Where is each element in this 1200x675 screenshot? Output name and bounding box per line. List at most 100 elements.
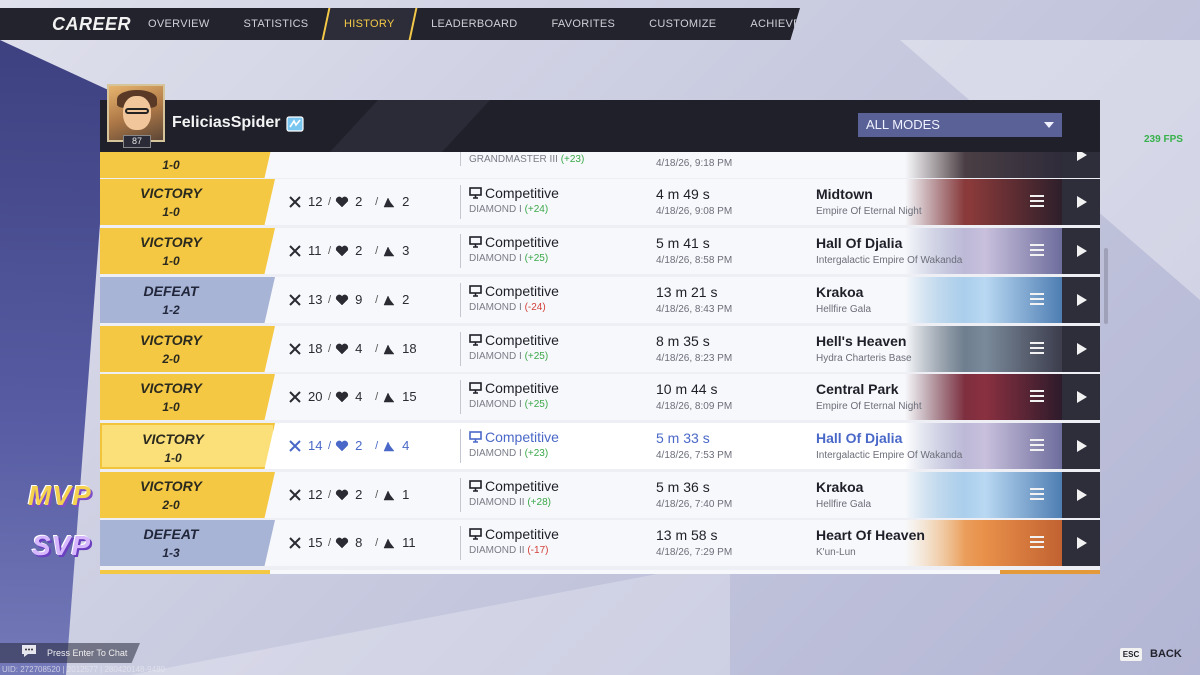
monitor-icon bbox=[469, 334, 482, 346]
menu-icon[interactable] bbox=[1030, 244, 1044, 256]
menu-icon[interactable] bbox=[1030, 293, 1044, 305]
match-row-partial[interactable]: 1-0 GRANDMASTER III (+23) 4/18/26, 9:18 … bbox=[100, 152, 1100, 178]
match-date: 4/18/26, 8:23 PM bbox=[656, 353, 733, 364]
match-row[interactable]: VICTORY 2-0 12/2/1 Competitive DIAMOND II (+… bbox=[100, 472, 1100, 518]
tab-leaderboard[interactable]: LEADERBOARD bbox=[414, 8, 534, 40]
tab-album[interactable]: ALBUM bbox=[858, 8, 931, 40]
menu-icon[interactable] bbox=[1030, 536, 1044, 548]
match-row[interactable]: VICTORY 1-0 12/2/2 Competitive DIAMOND I (+2… bbox=[100, 179, 1100, 225]
mode-info: Competitive DIAMOND II (+28) bbox=[460, 478, 559, 512]
match-result: VICTORY bbox=[140, 332, 202, 348]
career-nav: CAREER OVERVIEW STATISTICS HISTORY LEADE… bbox=[0, 8, 800, 40]
match-score: 1-0 bbox=[162, 254, 180, 268]
rank-delta: (+24) bbox=[524, 204, 549, 215]
match-date: 4/18/26, 8:09 PM bbox=[656, 401, 733, 412]
mode-info: Competitive DIAMOND I (+25) bbox=[460, 380, 559, 414]
match-result: DEFEAT bbox=[143, 526, 199, 542]
match-date: 4/18/26, 8:43 PM bbox=[656, 304, 733, 315]
fps-counter: 239 FPS bbox=[1144, 134, 1183, 145]
assists-value: 1 bbox=[402, 487, 410, 502]
replay-button[interactable] bbox=[1062, 277, 1100, 323]
replay-button[interactable] bbox=[1062, 472, 1100, 518]
match-result: VICTORY bbox=[142, 431, 204, 447]
kills-icon bbox=[289, 293, 301, 306]
map-region: Hellfire Gala bbox=[816, 499, 872, 510]
rank-delta: (+23) bbox=[524, 448, 549, 459]
mode-name: Competitive bbox=[485, 380, 559, 396]
replay-button[interactable] bbox=[1062, 228, 1100, 274]
tab-customize[interactable]: CUSTOMIZE bbox=[632, 8, 733, 40]
deaths-value: 4 bbox=[355, 341, 363, 356]
mvp-badge: MVP bbox=[28, 480, 92, 511]
replay-button[interactable] bbox=[1062, 520, 1100, 566]
rank-delta: (+25) bbox=[524, 253, 549, 264]
rank-label: DIAMOND I bbox=[469, 204, 522, 215]
mode-filter-value: ALL MODES bbox=[866, 117, 940, 132]
replay-button[interactable] bbox=[1062, 326, 1100, 372]
map-info: Hell's Heaven Hydra Charteris Base bbox=[816, 333, 912, 364]
replay-button[interactable] bbox=[1062, 374, 1100, 420]
match-row[interactable]: VICTORY 1-0 11/2/3 Competitive DIAMOND I (+2… bbox=[100, 228, 1100, 274]
monitor-icon bbox=[469, 431, 482, 443]
map-name: Heart Of Heaven bbox=[816, 527, 925, 543]
match-score: 1-3 bbox=[162, 546, 180, 560]
match-row[interactable]: DEFEAT 1-3 15/8/11 Competitive DIAMOND II (-… bbox=[100, 520, 1100, 566]
rank-label: DIAMOND I bbox=[469, 302, 522, 313]
match-row[interactable]: VICTORY 1-0 20/4/15 Competitive DIAMOND I (+… bbox=[100, 374, 1100, 420]
list-scrollbar[interactable] bbox=[1104, 248, 1108, 324]
rank-label: DIAMOND I bbox=[469, 448, 522, 459]
map-info: Krakoa Hellfire Gala bbox=[816, 284, 871, 315]
play-icon bbox=[1077, 245, 1087, 257]
result-banner: VICTORY 1-0 bbox=[100, 228, 275, 274]
monitor-icon bbox=[469, 236, 482, 248]
match-score: 1-0 bbox=[164, 451, 182, 465]
menu-icon[interactable] bbox=[1030, 439, 1044, 451]
back-button[interactable]: BACK bbox=[1150, 648, 1182, 660]
kda-stats: 20/4/15 bbox=[288, 389, 422, 404]
assists-icon bbox=[383, 440, 395, 451]
replay-button[interactable] bbox=[1062, 179, 1100, 225]
mode-name: Competitive bbox=[485, 429, 559, 445]
assists-icon bbox=[383, 294, 395, 305]
match-row[interactable]: DEFEAT 1-2 13/9/2 Competitive DIAMOND I (-24… bbox=[100, 277, 1100, 323]
menu-icon[interactable] bbox=[1030, 488, 1044, 500]
match-row[interactable]: VICTORY 2-0 18/4/18 Competitive DIAMOND I (+… bbox=[100, 326, 1100, 372]
tab-history[interactable]: HISTORY bbox=[322, 8, 418, 40]
chevron-down-icon bbox=[1044, 122, 1054, 128]
map-name: Midtown bbox=[816, 186, 873, 202]
deaths-icon bbox=[335, 196, 349, 207]
rank-delta: (-17) bbox=[527, 545, 549, 556]
tab-achievements[interactable]: ACHIEVEMENTS bbox=[733, 8, 800, 40]
level-badge: 87 bbox=[123, 135, 151, 148]
tab-overview[interactable]: OVERVIEW bbox=[131, 8, 227, 40]
avatar[interactable] bbox=[107, 84, 165, 142]
match-time: 13 m 21 s 4/18/26, 8:43 PM bbox=[656, 284, 732, 315]
map-info: Hall Of Djalia Intergalactic Empire Of Wa… bbox=[816, 235, 962, 266]
menu-icon[interactable] bbox=[1030, 342, 1044, 354]
replay-button[interactable] bbox=[1062, 423, 1100, 469]
tab-statistics[interactable]: STATISTICS bbox=[227, 8, 326, 40]
match-duration: 5 m 33 s bbox=[656, 430, 710, 446]
mode-name: Competitive bbox=[485, 234, 559, 250]
menu-icon[interactable] bbox=[1030, 390, 1044, 402]
tab-favorites[interactable]: FAVORITES bbox=[535, 8, 633, 40]
menu-icon[interactable] bbox=[1030, 195, 1044, 207]
map-region: Intergalactic Empire Of Wakanda bbox=[816, 450, 963, 461]
match-row[interactable]: VICTORY 1-0 14/2/4 Competitive DIAMOND I (+2… bbox=[100, 423, 1100, 469]
kills-icon bbox=[289, 342, 301, 355]
kda-stats: 15/8/11 bbox=[288, 535, 422, 550]
replay-button[interactable] bbox=[1062, 152, 1100, 178]
assists-icon bbox=[383, 196, 395, 207]
kda-stats: 14/2/4 bbox=[288, 438, 422, 453]
kills-icon bbox=[289, 195, 301, 208]
deaths-icon bbox=[335, 245, 349, 256]
mode-info: Competitive DIAMOND II (-17) bbox=[460, 526, 559, 560]
deaths-value: 2 bbox=[355, 487, 363, 502]
chat-icon bbox=[22, 645, 36, 657]
chat-prompt[interactable]: Press Enter To Chat bbox=[47, 648, 127, 658]
kills-icon bbox=[289, 244, 301, 257]
username: FeliciasSpider bbox=[172, 114, 281, 131]
map-name: Hall Of Djalia bbox=[816, 430, 903, 446]
mode-filter-dropdown[interactable]: ALL MODES bbox=[858, 113, 1062, 137]
match-history-list[interactable]: 1-0 GRANDMASTER III (+23) 4/18/26, 9:18 … bbox=[100, 152, 1100, 574]
